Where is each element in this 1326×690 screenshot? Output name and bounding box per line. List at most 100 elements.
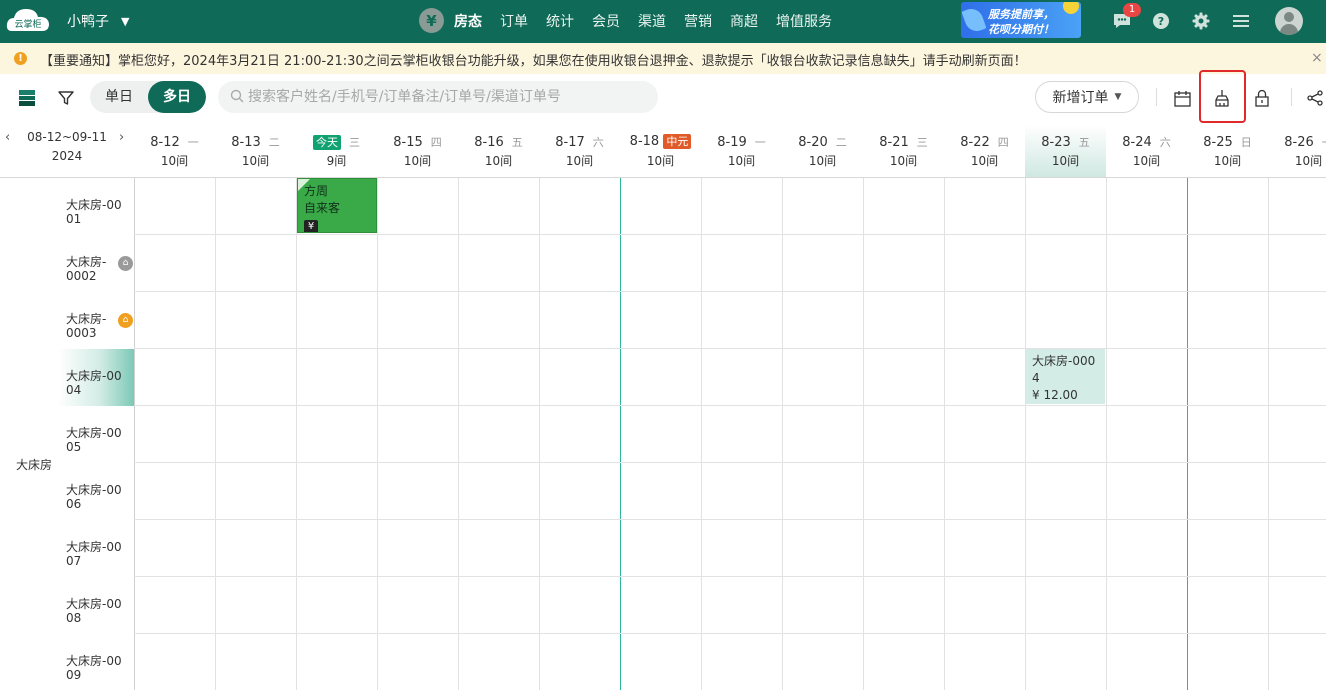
date-column[interactable]: 8-18 中元 10间 — [620, 125, 701, 177]
selected-cell-card[interactable]: 大床房-000 4 ¥ 12.00 — [1026, 349, 1105, 404]
room-name-line2: 04 — [66, 383, 82, 397]
date-column[interactable]: 8-26 一 10间 — [1268, 125, 1326, 177]
date-column[interactable]: 8-24 六 10间 — [1106, 125, 1187, 177]
help-icon[interactable]: ? — [1150, 10, 1172, 32]
user-avatar[interactable] — [1275, 7, 1303, 35]
date-label: 8-12 — [150, 135, 180, 150]
room-row-label[interactable]: 大床房-00 06 — [58, 463, 134, 520]
room-row-label-selected[interactable]: 大床房-00 04 — [58, 349, 134, 406]
nav-value-added[interactable]: 增值服务 — [776, 11, 832, 31]
room-row-label[interactable]: 大床房-00 01 — [58, 178, 134, 235]
multi-day-tab[interactable]: 多日 — [148, 81, 206, 113]
date-range: ‹ 08-12~09-11 2024 › — [0, 130, 134, 163]
nav-members[interactable]: 会员 — [592, 11, 620, 31]
room-calendar: ‹ 08-12~09-11 2024 › 8-12 一 10间 8-13 二 10间… — [0, 125, 1326, 690]
room-name-line2: 06 — [66, 497, 82, 511]
room-count: 10间 — [565, 154, 594, 168]
date-column[interactable]: 8-25 日 10间 — [1187, 125, 1268, 177]
room-name-line1: 大床房-00 — [66, 369, 122, 383]
grid-line — [134, 519, 1326, 520]
prev-arrow-icon[interactable]: ‹ — [5, 130, 10, 145]
new-order-button[interactable]: 新增订单 ▼ — [1035, 81, 1139, 113]
menu-icon[interactable] — [1230, 10, 1252, 32]
date-column[interactable]: 8-19 一 10间 — [701, 125, 782, 177]
nav-marketing[interactable]: 营销 — [684, 11, 712, 31]
week-separator-line — [620, 178, 621, 690]
room-layers-icon[interactable] — [17, 88, 37, 108]
grid-line — [134, 291, 1326, 292]
date-column[interactable]: 8-12 一 10间 — [134, 125, 215, 177]
settings-gear-icon[interactable] — [1190, 10, 1212, 32]
grid-line — [539, 178, 540, 690]
date-column[interactable]: 8-17 六 10间 — [539, 125, 620, 177]
room-count: 10间 — [1294, 154, 1323, 168]
grid-line — [1025, 178, 1026, 690]
room-row-label[interactable]: 大床房-00 07 — [58, 520, 134, 577]
nav-orders[interactable]: 订单 — [500, 11, 528, 31]
close-icon[interactable]: × — [1311, 50, 1323, 66]
calendar-icon[interactable] — [1172, 88, 1192, 108]
date-column[interactable]: 8-20 二 10间 — [782, 125, 863, 177]
single-day-tab[interactable]: 单日 — [90, 81, 148, 113]
room-count: 10间 — [727, 154, 756, 168]
highlight-box — [1199, 70, 1246, 123]
cell-price: ¥ 12.00 — [1032, 388, 1078, 402]
room-count: 10间 — [241, 154, 270, 168]
room-count: 10间 — [1132, 154, 1161, 168]
search-icon — [230, 89, 244, 103]
room-row-label[interactable]: 大床房- 0003 ⌂ — [58, 292, 134, 349]
feather-icon — [961, 5, 987, 35]
weekday-label: 一 — [187, 136, 199, 149]
room-name-line1: 大床房-00 — [66, 540, 122, 554]
date-column[interactable]: 8-21 三 10间 — [863, 125, 944, 177]
chevron-down-icon: ▼ — [1114, 92, 1122, 102]
main-nav: ¥ 房态 订单 统计 会员 渠道 营销 商超 增值服务 — [419, 8, 850, 33]
share-icon[interactable] — [1305, 88, 1325, 108]
weekday-label: 二 — [268, 136, 280, 149]
room-name-line2: 0003 — [66, 326, 97, 340]
lock-icon[interactable] — [1252, 88, 1272, 108]
date-column[interactable]: 8-22 四 10间 — [944, 125, 1025, 177]
weekday-label: 一 — [754, 136, 766, 149]
room-name-line1: 大床房-00 — [66, 654, 122, 668]
room-row-label[interactable]: 大床房-00 08 — [58, 577, 134, 634]
grid-line — [134, 348, 1326, 349]
room-count: 10间 — [484, 154, 513, 168]
top-nav-bar: 云掌柜 小鸭子 ▼ ¥ 房态 订单 统计 会员 渠道 营销 商超 增值服务 服务… — [0, 0, 1326, 43]
room-row-label[interactable]: 大床房-00 09 — [58, 634, 134, 690]
date-label: 8-24 — [1122, 135, 1152, 150]
room-name-line2: 09 — [66, 668, 82, 682]
promo-banner[interactable]: 服务提前享， 花呗分期付！ — [961, 2, 1081, 38]
date-column-selected[interactable]: 8-23 五 10间 — [1025, 125, 1106, 177]
room-column-divider — [134, 178, 135, 690]
date-label: 8-23 — [1041, 135, 1071, 150]
date-column-today[interactable]: 今天三 9间 — [296, 125, 377, 177]
grid-line — [1268, 178, 1269, 690]
room-name-line2: 07 — [66, 554, 82, 568]
date-column[interactable]: 8-16 五 10间 — [458, 125, 539, 177]
shop-switcher[interactable]: 小鸭子 ▼ — [67, 11, 129, 31]
search-input[interactable] — [248, 81, 648, 113]
date-label: 8-21 — [879, 135, 909, 150]
divider — [1156, 88, 1157, 106]
room-count: 10间 — [970, 154, 999, 168]
room-row-label[interactable]: 大床房-00 05 — [58, 406, 134, 463]
nav-room-status[interactable]: 房态 — [454, 11, 482, 31]
room-row-label[interactable]: 大床房- 0002 ⌂ — [58, 235, 134, 292]
yen-icon[interactable]: ¥ — [419, 8, 444, 33]
room-count: 10间 — [646, 154, 675, 168]
nav-channels[interactable]: 渠道 — [638, 11, 666, 31]
grid-line — [134, 576, 1326, 577]
nav-shop[interactable]: 商超 — [730, 11, 758, 31]
nav-statistics[interactable]: 统计 — [546, 11, 574, 31]
date-column[interactable]: 8-15 四 10间 — [377, 125, 458, 177]
grid-line — [215, 178, 216, 690]
booking-card[interactable]: 方周 自来客 ¥ — [297, 178, 377, 233]
filter-icon[interactable] — [56, 88, 76, 108]
date-column[interactable]: 8-13 二 10间 — [215, 125, 296, 177]
weekday-label: 六 — [1159, 136, 1171, 149]
logo[interactable]: 云掌柜 — [6, 5, 50, 35]
weekday-label: 三 — [916, 136, 928, 149]
next-arrow-icon[interactable]: › — [119, 130, 124, 145]
room-count: 10间 — [808, 154, 837, 168]
